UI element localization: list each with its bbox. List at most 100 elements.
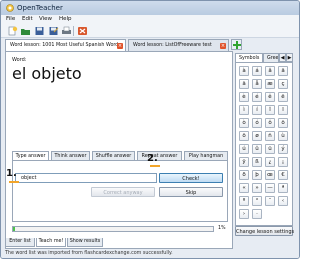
symbol-button[interactable]: › bbox=[239, 209, 249, 219]
title-bar: OpenTeacher bbox=[1, 1, 299, 15]
symbol-button[interactable]: ç bbox=[278, 79, 288, 89]
tab-shuffle-answer[interactable]: Shuffle answer bbox=[92, 151, 135, 160]
tab-freeware-test[interactable]: Word lesson: ListOfFreeware test × bbox=[128, 39, 229, 51]
question-word: el objeto bbox=[12, 64, 82, 83]
symbol-button[interactable]: á bbox=[252, 66, 262, 76]
save-icon[interactable] bbox=[34, 26, 45, 36]
symbol-button[interactable]: í bbox=[252, 105, 262, 115]
symbol-button[interactable]: ° bbox=[252, 196, 262, 206]
type-answer-panel: Check! Correct anyway Skip bbox=[12, 160, 228, 222]
symbol-button[interactable]: ¡ bbox=[278, 157, 288, 167]
menu-file[interactable]: File bbox=[6, 16, 15, 22]
symbol-button[interactable]: ì bbox=[239, 105, 249, 115]
progress-percent: 1% bbox=[218, 226, 226, 231]
scroll-right-icon[interactable]: ▶ bbox=[286, 53, 293, 62]
symbol-button[interactable]: ß bbox=[252, 157, 262, 167]
tab-think-answer[interactable]: Think answer bbox=[51, 151, 90, 160]
symbol-button[interactable]: æ bbox=[265, 79, 275, 89]
step-two-label: 2. bbox=[147, 153, 158, 164]
print-icon[interactable] bbox=[61, 26, 72, 36]
symbol-button[interactable]: » bbox=[252, 183, 262, 193]
close-icon[interactable]: × bbox=[220, 43, 226, 49]
symbol-button[interactable]: ÿ bbox=[239, 157, 249, 167]
symbol-button[interactable]: ý bbox=[278, 144, 288, 154]
symbol-button[interactable]: õ bbox=[278, 118, 288, 128]
correct-anyway-button[interactable]: Correct anyway bbox=[91, 187, 155, 197]
symbol-button[interactable]: ¿ bbox=[265, 157, 275, 167]
symbol-button[interactable]: ¨ bbox=[265, 196, 275, 206]
symbol-button[interactable]: · bbox=[252, 209, 262, 219]
tab-teach-me[interactable]: Teach me! bbox=[36, 238, 66, 247]
step-two-marker bbox=[150, 165, 160, 167]
check-button[interactable]: Check! bbox=[159, 173, 223, 183]
close-icon[interactable]: × bbox=[117, 43, 123, 49]
progress-fill bbox=[13, 227, 15, 231]
app-logo-icon bbox=[6, 4, 14, 12]
tab-symbols[interactable]: Symbols bbox=[235, 53, 263, 62]
symbol-button[interactable]: ‹ bbox=[278, 196, 288, 206]
lesson-panel: Word: el objeto Type answer Think answer… bbox=[5, 51, 233, 249]
symbol-button[interactable]: º bbox=[239, 196, 249, 206]
symbol-button[interactable]: ü bbox=[265, 144, 275, 154]
tab-show-results[interactable]: Show results bbox=[67, 238, 103, 247]
symbol-button[interactable]: ä bbox=[278, 66, 288, 76]
menu-edit[interactable]: Edit bbox=[22, 16, 33, 22]
symbol-button[interactable]: û bbox=[252, 144, 262, 154]
toolbar bbox=[1, 24, 299, 38]
add-tab-icon[interactable] bbox=[231, 39, 242, 50]
window-title: OpenTeacher bbox=[17, 4, 63, 12]
change-lesson-settings-button[interactable]: Change lesson settings bbox=[235, 226, 294, 236]
app-window: OpenTeacher File Edit View Help Word les… bbox=[0, 0, 300, 259]
symbol-button[interactable]: ó bbox=[252, 118, 262, 128]
step-one-marker bbox=[9, 181, 19, 183]
answer-input[interactable] bbox=[15, 173, 157, 183]
symbol-button[interactable]: ø bbox=[252, 131, 262, 141]
symbol-button[interactable]: ë bbox=[278, 92, 288, 102]
tab-enter-list[interactable]: Enter list bbox=[5, 238, 35, 247]
symbols-sidebar: Symbols Gree ◀ ▶ àáâä ãåæç èéêë ìíîï òóôõ öøñ… bbox=[235, 53, 293, 235]
lesson-progress-bar bbox=[12, 226, 214, 232]
symbol-button[interactable]: ð bbox=[239, 170, 249, 180]
symbol-button[interactable]: î bbox=[265, 105, 275, 115]
skip-button[interactable]: Skip bbox=[159, 187, 223, 197]
toolbar-separator bbox=[73, 26, 74, 36]
document-tab-bar: Word lesson: 1001 Most Useful Spanish Wo… bbox=[5, 39, 295, 52]
word-label: Word: bbox=[12, 57, 27, 63]
symbol-button[interactable]: ï bbox=[278, 105, 288, 115]
tab-greek[interactable]: Gree bbox=[263, 53, 279, 62]
symbol-button[interactable]: ª bbox=[278, 183, 288, 193]
symbol-button[interactable]: â bbox=[265, 66, 275, 76]
symbol-button[interactable]: ö bbox=[239, 131, 249, 141]
new-lesson-icon[interactable] bbox=[7, 26, 18, 36]
symbol-button[interactable]: ê bbox=[265, 92, 275, 102]
symbol-button[interactable]: ô bbox=[265, 118, 275, 128]
symbol-button[interactable]: þ bbox=[252, 170, 262, 180]
open-icon[interactable] bbox=[20, 26, 31, 36]
symbol-button[interactable]: « bbox=[239, 183, 249, 193]
answer-mode-tabs: Type answer Think answer Shuffle answer … bbox=[12, 151, 228, 161]
symbol-button[interactable]: ù bbox=[278, 131, 288, 141]
symbol-button[interactable]: è bbox=[239, 92, 249, 102]
menu-help[interactable]: Help bbox=[59, 16, 72, 22]
quit-icon[interactable] bbox=[77, 26, 88, 36]
tab-repeat-answer[interactable]: Repeat answer bbox=[137, 151, 182, 160]
symbol-button[interactable]: € bbox=[278, 170, 288, 180]
menu-view[interactable]: View bbox=[39, 16, 52, 22]
symbol-button[interactable]: å bbox=[252, 79, 262, 89]
menu-bar: File Edit View Help bbox=[1, 15, 299, 24]
symbol-grid: à á â ä ã å æ ç è é ê ë ì í î ï ò ó ô õ ö ø ñ ù ú û ü ý ÿ ß ¿ ¡ ð þ œ € «» — ª… bbox=[235, 62, 293, 226]
save-as-icon[interactable] bbox=[48, 26, 59, 36]
symbol-button[interactable]: ã bbox=[239, 79, 249, 89]
symbol-button[interactable]: ñ bbox=[265, 131, 275, 141]
symbol-button[interactable]: ú bbox=[239, 144, 249, 154]
symbol-button[interactable]: à bbox=[239, 66, 249, 76]
step-one-label: 1. bbox=[6, 168, 17, 179]
status-bar: The word list was imported from flashcar… bbox=[1, 249, 299, 258]
sidebar-tabs: Symbols Gree ◀ ▶ bbox=[235, 53, 293, 62]
symbol-button[interactable]: — bbox=[265, 183, 275, 193]
symbol-button[interactable]: ò bbox=[239, 118, 249, 128]
tab-play-hangman[interactable]: Play hangman bbox=[184, 151, 228, 160]
symbol-button[interactable]: œ bbox=[265, 170, 275, 180]
scroll-left-icon[interactable]: ◀ bbox=[279, 53, 286, 62]
symbol-button[interactable]: é bbox=[252, 92, 262, 102]
